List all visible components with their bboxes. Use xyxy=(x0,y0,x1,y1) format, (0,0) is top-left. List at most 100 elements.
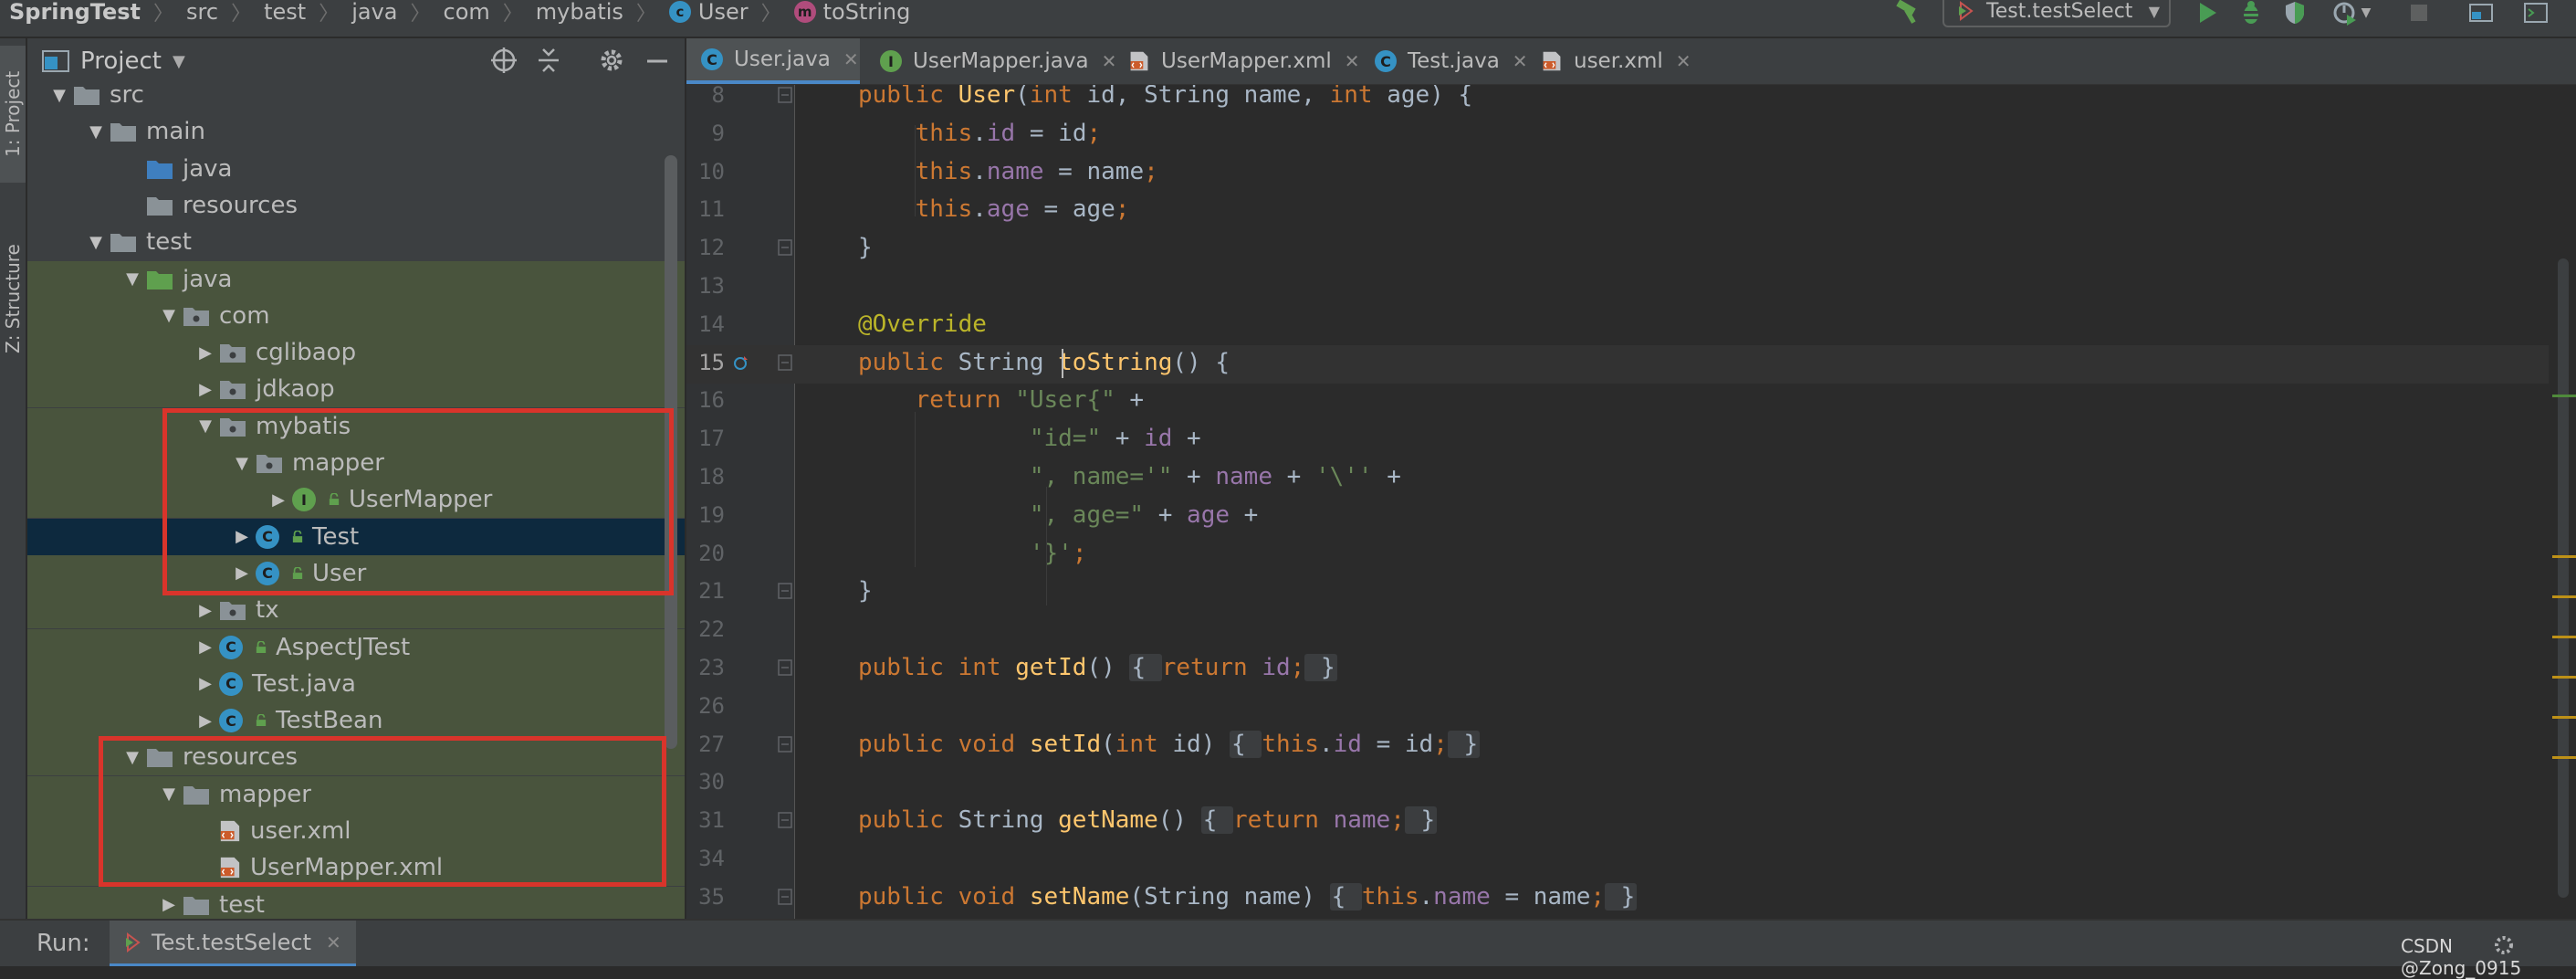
project-view-selector[interactable]: Project ▼ xyxy=(42,47,185,75)
editor-tab[interactable]: C Test.java ✕ xyxy=(1360,38,1528,84)
debug-button[interactable] xyxy=(2235,0,2267,26)
editor-scrollbar[interactable] xyxy=(2552,85,2576,919)
warning-stripe[interactable] xyxy=(2552,555,2576,558)
fold-marker-icon[interactable] xyxy=(778,735,792,753)
collapsed-arrow-icon[interactable]: ▶ xyxy=(155,895,183,914)
breadcrumb-item[interactable]: src xyxy=(186,0,218,25)
override-method-icon[interactable] xyxy=(732,354,750,373)
build-hammer-icon[interactable] xyxy=(1891,0,1926,24)
fold-marker-icon[interactable] xyxy=(778,812,792,828)
warning-stripe[interactable] xyxy=(2552,676,2576,679)
tree-node[interactable]: user.xml xyxy=(27,813,685,849)
tree-node[interactable]: ▶ test xyxy=(27,886,685,919)
tree-node[interactable]: ▶ jdkaop xyxy=(27,371,685,408)
code-line[interactable]: 23 public int getId() { return id; } xyxy=(686,650,2549,689)
tree-node[interactable]: ▶ C TestBean xyxy=(27,702,685,740)
expanded-arrow-icon[interactable]: ▼ xyxy=(119,748,146,767)
code-line[interactable]: 22 xyxy=(686,612,2549,650)
tree-node[interactable]: ▶ tx xyxy=(27,592,685,629)
close-icon[interactable]: ✕ xyxy=(326,932,341,953)
tree-node[interactable]: ▼ mybatis xyxy=(27,407,685,445)
expanded-arrow-icon[interactable]: ▼ xyxy=(46,86,73,105)
fold-marker-icon[interactable] xyxy=(778,239,792,256)
collapsed-arrow-icon[interactable]: ▶ xyxy=(192,380,219,399)
expanded-arrow-icon[interactable]: ▼ xyxy=(155,784,183,804)
fold-marker-icon[interactable] xyxy=(778,583,792,600)
breadcrumb-item[interactable]: com xyxy=(444,0,490,25)
gear-icon[interactable] xyxy=(597,46,626,75)
locate-target-icon[interactable] xyxy=(489,46,518,75)
expanded-arrow-icon[interactable]: ▼ xyxy=(155,306,183,325)
tree-node[interactable]: resources xyxy=(27,187,685,224)
profiler-button[interactable]: ▼ xyxy=(2324,0,2379,26)
tree-node[interactable]: ▼ test xyxy=(27,224,685,260)
editor-tab[interactable]: C User.java ✕ xyxy=(686,38,860,84)
warning-stripe[interactable] xyxy=(2552,716,2576,719)
tree-node[interactable]: ▶ I UserMapper xyxy=(27,481,685,519)
code-line[interactable]: 8 public User(int id, String name, int ag… xyxy=(686,85,2549,116)
vcs-change-stripe[interactable] xyxy=(2552,395,2576,397)
tree-node[interactable]: ▶ cglibaop xyxy=(27,334,685,372)
tree-node[interactable]: ▼ mapper xyxy=(27,775,685,813)
warning-stripe[interactable] xyxy=(2552,636,2576,638)
tree-node[interactable]: ▼ com xyxy=(27,297,685,334)
stop-button[interactable] xyxy=(2403,0,2435,26)
expanded-arrow-icon[interactable]: ▼ xyxy=(119,269,146,289)
tree-node[interactable]: ▶ C Test.java xyxy=(27,665,685,702)
code-line[interactable]: 13 xyxy=(686,268,2549,307)
tree-node[interactable]: java xyxy=(27,151,685,187)
close-icon[interactable]: ✕ xyxy=(843,48,859,70)
run-button[interactable] xyxy=(2191,0,2224,26)
structure-tool-tab[interactable]: Z: Structure xyxy=(0,203,26,395)
code-line[interactable]: 11 this.age = age; xyxy=(686,192,2549,230)
tree-node[interactable]: ▶ C Test xyxy=(27,518,685,555)
run-tab[interactable]: Test.testSelect ✕ xyxy=(110,921,356,966)
warning-stripe[interactable] xyxy=(2552,595,2576,598)
code-line[interactable]: 31 public String getName() { return name;… xyxy=(686,803,2549,841)
editor-tab[interactable]: UserMapper.xml ✕ xyxy=(1114,38,1360,84)
expanded-arrow-icon[interactable]: ▼ xyxy=(82,122,110,142)
code-line[interactable]: 19 ", age=" + age + xyxy=(686,498,2549,536)
collapsed-arrow-icon[interactable]: ▶ xyxy=(228,563,256,583)
code-line[interactable]: 18 ", name='" + name + '\'' + xyxy=(686,459,2549,498)
editor-tab[interactable]: I UserMapper.java ✕ xyxy=(865,38,1116,84)
fold-marker-icon[interactable] xyxy=(778,659,792,676)
collapsed-arrow-icon[interactable]: ▶ xyxy=(192,637,219,657)
breadcrumb-item[interactable]: mybatis xyxy=(536,0,623,25)
code-line[interactable]: 10 this.name = name; xyxy=(686,154,2549,193)
code-line[interactable]: 16 return "User{" + xyxy=(686,383,2549,421)
editor-tab[interactable]: user.xml ✕ xyxy=(1526,38,1691,84)
coverage-button[interactable] xyxy=(2278,0,2311,26)
warning-stripe[interactable] xyxy=(2552,756,2576,759)
terminal-button[interactable] xyxy=(2519,0,2552,26)
tree-node[interactable]: ▼ src xyxy=(27,77,679,113)
code-line[interactable]: 35 public void setName(String name) { thi… xyxy=(686,879,2549,918)
expanded-arrow-icon[interactable]: ▼ xyxy=(228,454,256,473)
code-line[interactable]: 9 this.id = id; xyxy=(686,116,2549,154)
breadcrumb-item[interactable]: java xyxy=(351,0,397,25)
fold-marker-icon[interactable] xyxy=(778,353,792,371)
tree-node[interactable]: ▼ mapper xyxy=(27,445,685,481)
tree-node[interactable]: ▼ java xyxy=(27,260,685,298)
code-editor[interactable]: 8 public User(int id, String name, int ag… xyxy=(686,85,2549,919)
project-structure-button[interactable] xyxy=(2465,0,2497,26)
code-line[interactable]: 15 public String toString() { xyxy=(686,344,2549,384)
project-tree-scrollbar[interactable] xyxy=(665,155,677,749)
collapsed-arrow-icon[interactable]: ▶ xyxy=(192,601,219,620)
code-line[interactable]: 14 @Override xyxy=(686,307,2549,345)
expanded-arrow-icon[interactable]: ▼ xyxy=(82,233,110,252)
breadcrumb-item[interactable]: m toString xyxy=(793,0,910,25)
tree-node[interactable]: ▼ resources xyxy=(27,739,685,776)
code-line[interactable]: 20 '}'; xyxy=(686,536,2549,574)
close-icon[interactable]: ✕ xyxy=(1676,50,1691,72)
breadcrumb-item[interactable]: test xyxy=(264,0,306,25)
hide-panel-icon[interactable] xyxy=(644,46,670,75)
code-line[interactable]: 12} xyxy=(686,230,2549,268)
code-line[interactable]: 34 xyxy=(686,841,2549,879)
collapsed-arrow-icon[interactable]: ▶ xyxy=(192,711,219,731)
project-tool-tab[interactable]: 1: Project xyxy=(0,46,26,183)
collapse-all-icon[interactable] xyxy=(535,46,562,75)
collapsed-arrow-icon[interactable]: ▶ xyxy=(192,343,219,363)
code-line[interactable]: 26 xyxy=(686,689,2549,727)
close-icon[interactable]: ✕ xyxy=(1345,50,1360,72)
